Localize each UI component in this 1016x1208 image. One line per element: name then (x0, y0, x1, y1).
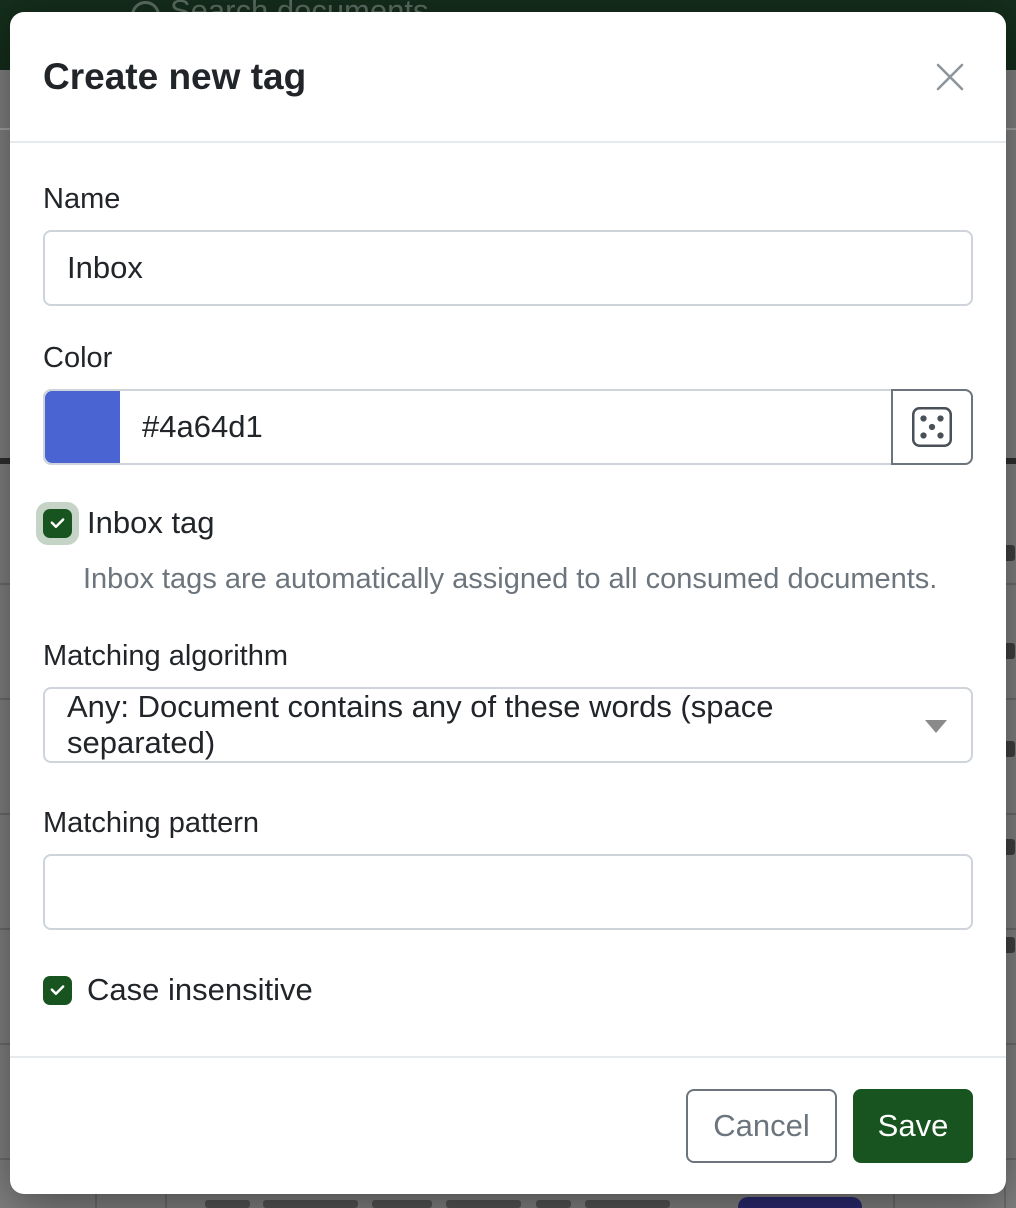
modal-footer: Cancel Save (10, 1056, 1006, 1194)
backdrop-text-fragment (446, 1200, 521, 1208)
matching-pattern-label: Matching pattern (43, 807, 973, 840)
name-label: Name (43, 183, 973, 216)
random-color-button[interactable] (891, 389, 973, 465)
color-swatch (45, 391, 120, 463)
backdrop-blue-button (738, 1197, 862, 1208)
inbox-tag-row: Inbox tag (43, 505, 973, 541)
modal-title: Create new tag (43, 56, 928, 98)
backdrop-text-fragment (205, 1200, 250, 1208)
matching-pattern-input[interactable] (43, 854, 973, 930)
backdrop-text-fragment (585, 1200, 670, 1208)
inbox-tag-help: Inbox tags are automatically assigned to… (83, 563, 973, 596)
checkmark-icon (48, 514, 67, 533)
color-label: Color (43, 342, 973, 375)
case-insensitive-checkbox[interactable] (43, 976, 72, 1005)
color-hex-input[interactable] (120, 391, 893, 463)
modal-body: Name Color (10, 143, 1006, 1056)
checkmark-icon (48, 981, 67, 1000)
cancel-button[interactable]: Cancel (686, 1089, 837, 1163)
matching-algorithm-value: Any: Document contains any of these word… (67, 689, 911, 761)
close-button[interactable] (928, 55, 972, 99)
inbox-tag-checkbox[interactable] (43, 509, 72, 538)
matching-algorithm-label: Matching algorithm (43, 640, 973, 673)
save-button[interactable]: Save (853, 1089, 973, 1163)
backdrop-text-fragment (263, 1200, 358, 1208)
caret-down-icon (925, 720, 947, 733)
backdrop-text-fragment (372, 1200, 432, 1208)
modal-header: Create new tag (10, 12, 1006, 143)
create-tag-modal: Create new tag Name Color (10, 12, 1006, 1194)
x-icon (932, 59, 968, 95)
case-insensitive-label[interactable]: Case insensitive (87, 972, 313, 1008)
name-input[interactable] (43, 230, 973, 306)
color-input-group (43, 389, 973, 465)
inbox-tag-label[interactable]: Inbox tag (87, 505, 215, 541)
checkbox-focus-halo (36, 502, 79, 545)
dice-5-icon (912, 407, 952, 447)
backdrop-text-fragment (536, 1200, 571, 1208)
case-insensitive-row: Case insensitive (43, 972, 973, 1008)
matching-algorithm-select[interactable]: Any: Document contains any of these word… (43, 687, 973, 763)
